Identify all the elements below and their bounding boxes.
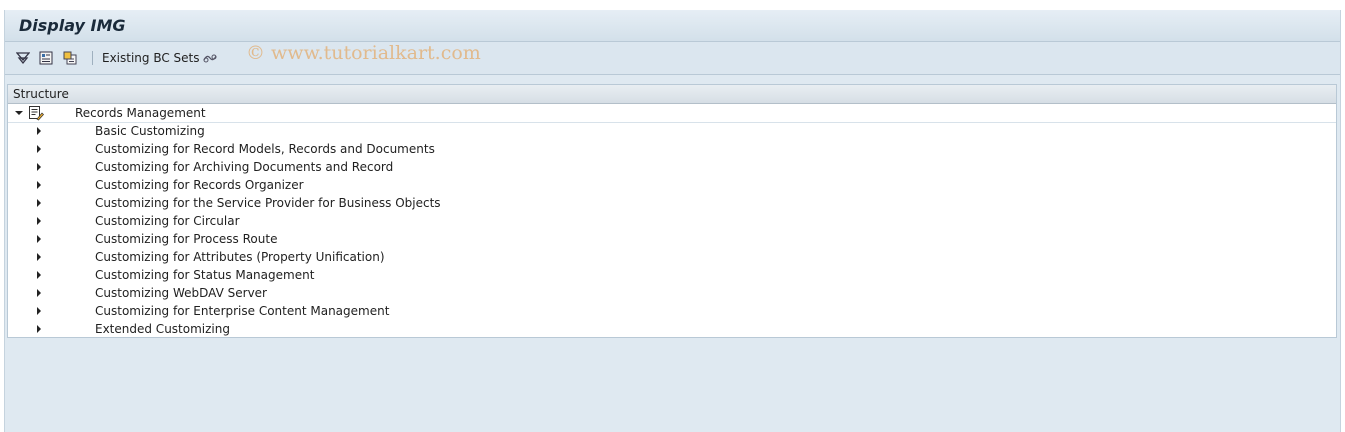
expand-arrow-icon[interactable] xyxy=(37,307,41,315)
sap-window: Display IMG Existing BC Sets © www.tutor… xyxy=(4,10,1341,432)
tree-node[interactable]: Customizing WebDAV Server xyxy=(8,284,1336,302)
tree-node[interactable]: Customizing for the Service Provider for… xyxy=(8,194,1336,212)
tree-node-label[interactable]: Customizing for Process Route xyxy=(95,232,277,246)
tree-node-label[interactable]: Customizing for Status Management xyxy=(95,268,314,282)
page-title: Display IMG xyxy=(19,16,126,35)
tree-node-label[interactable]: Customizing WebDAV Server xyxy=(95,286,267,300)
expand-arrow-icon[interactable] xyxy=(37,253,41,261)
expand-arrow-icon[interactable] xyxy=(37,199,41,207)
expand-arrow-icon[interactable] xyxy=(37,163,41,171)
title-bar: Display IMG xyxy=(5,10,1340,42)
existing-bc-sets-button[interactable]: Existing BC Sets xyxy=(102,51,200,65)
tree-node[interactable]: Customizing for Records Organizer xyxy=(8,176,1336,194)
tree-node-label[interactable]: Customizing for Circular xyxy=(95,214,240,228)
tree-node-label[interactable]: Customizing for the Service Provider for… xyxy=(95,196,441,210)
tree-node[interactable]: Extended Customizing xyxy=(8,320,1336,338)
tree-node[interactable]: Customizing for Record Models, Records a… xyxy=(8,140,1336,158)
tree-node[interactable]: Customizing for Circular xyxy=(8,212,1336,230)
expand-arrow-icon[interactable] xyxy=(37,235,41,243)
expand-arrow-icon[interactable] xyxy=(37,271,41,279)
expand-arrow-icon[interactable] xyxy=(37,325,41,333)
tree-node-label[interactable]: Extended Customizing xyxy=(95,322,230,336)
watermark: © www.tutorialkart.com xyxy=(246,42,481,64)
tree-node[interactable]: Customizing for Process Route xyxy=(8,230,1336,248)
tree-node[interactable]: Customizing for Enterprise Content Manag… xyxy=(8,302,1336,320)
application-toolbar: Existing BC Sets © www.tutorialkart.com xyxy=(5,42,1340,75)
expand-arrow-icon[interactable] xyxy=(37,289,41,297)
img-activity-icon xyxy=(28,105,44,121)
tree-node[interactable]: Customizing for Archiving Documents and … xyxy=(8,158,1336,176)
tree-node[interactable]: Basic Customizing xyxy=(8,122,1336,140)
release-notes-icon[interactable] xyxy=(62,50,78,66)
tree-node-label[interactable]: Customizing for Records Organizer xyxy=(95,178,304,192)
collapse-arrow-icon[interactable] xyxy=(15,111,23,115)
where-used-icon[interactable] xyxy=(202,50,218,66)
structure-column-header[interactable]: Structure xyxy=(8,85,1336,104)
tree-root-label[interactable]: Records Management xyxy=(75,106,206,120)
expand-arrow-icon[interactable] xyxy=(37,145,41,153)
tree-node-label[interactable]: Customizing for Attributes (Property Uni… xyxy=(95,250,385,264)
tree-node[interactable]: Customizing for Status Management xyxy=(8,266,1336,284)
structure-header-label: Structure xyxy=(13,87,69,101)
tree-node-label[interactable]: Basic Customizing xyxy=(95,124,205,138)
toolbar-separator xyxy=(92,51,93,65)
tree-node-label[interactable]: Customizing for Record Models, Records a… xyxy=(95,142,435,156)
img-structure-tree: Structure Records Management Basic Custo… xyxy=(7,84,1337,338)
expand-arrow-icon[interactable] xyxy=(37,127,41,135)
documentation-icon[interactable] xyxy=(38,50,54,66)
tree-root-node[interactable]: Records Management xyxy=(8,104,1336,123)
tree-node[interactable]: Customizing for Attributes (Property Uni… xyxy=(8,248,1336,266)
tree-node-label[interactable]: Customizing for Enterprise Content Manag… xyxy=(95,304,389,318)
expand-arrow-icon[interactable] xyxy=(37,217,41,225)
tree-node-label[interactable]: Customizing for Archiving Documents and … xyxy=(95,160,393,174)
expand-subtree-icon[interactable] xyxy=(15,50,31,66)
expand-arrow-icon[interactable] xyxy=(37,181,41,189)
